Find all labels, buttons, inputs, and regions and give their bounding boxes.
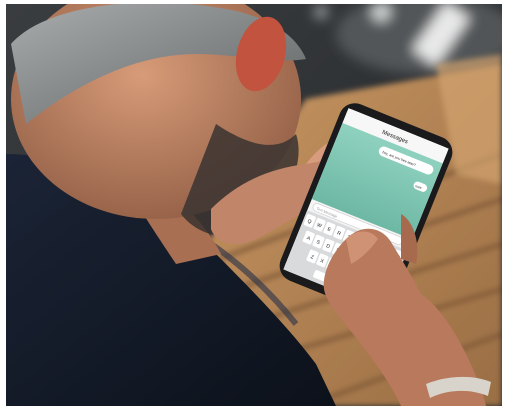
photo-canvas: Messages hey, are you free later? sure T… [6,4,502,406]
photo: Messages hey, are you free later? sure T… [6,4,502,406]
